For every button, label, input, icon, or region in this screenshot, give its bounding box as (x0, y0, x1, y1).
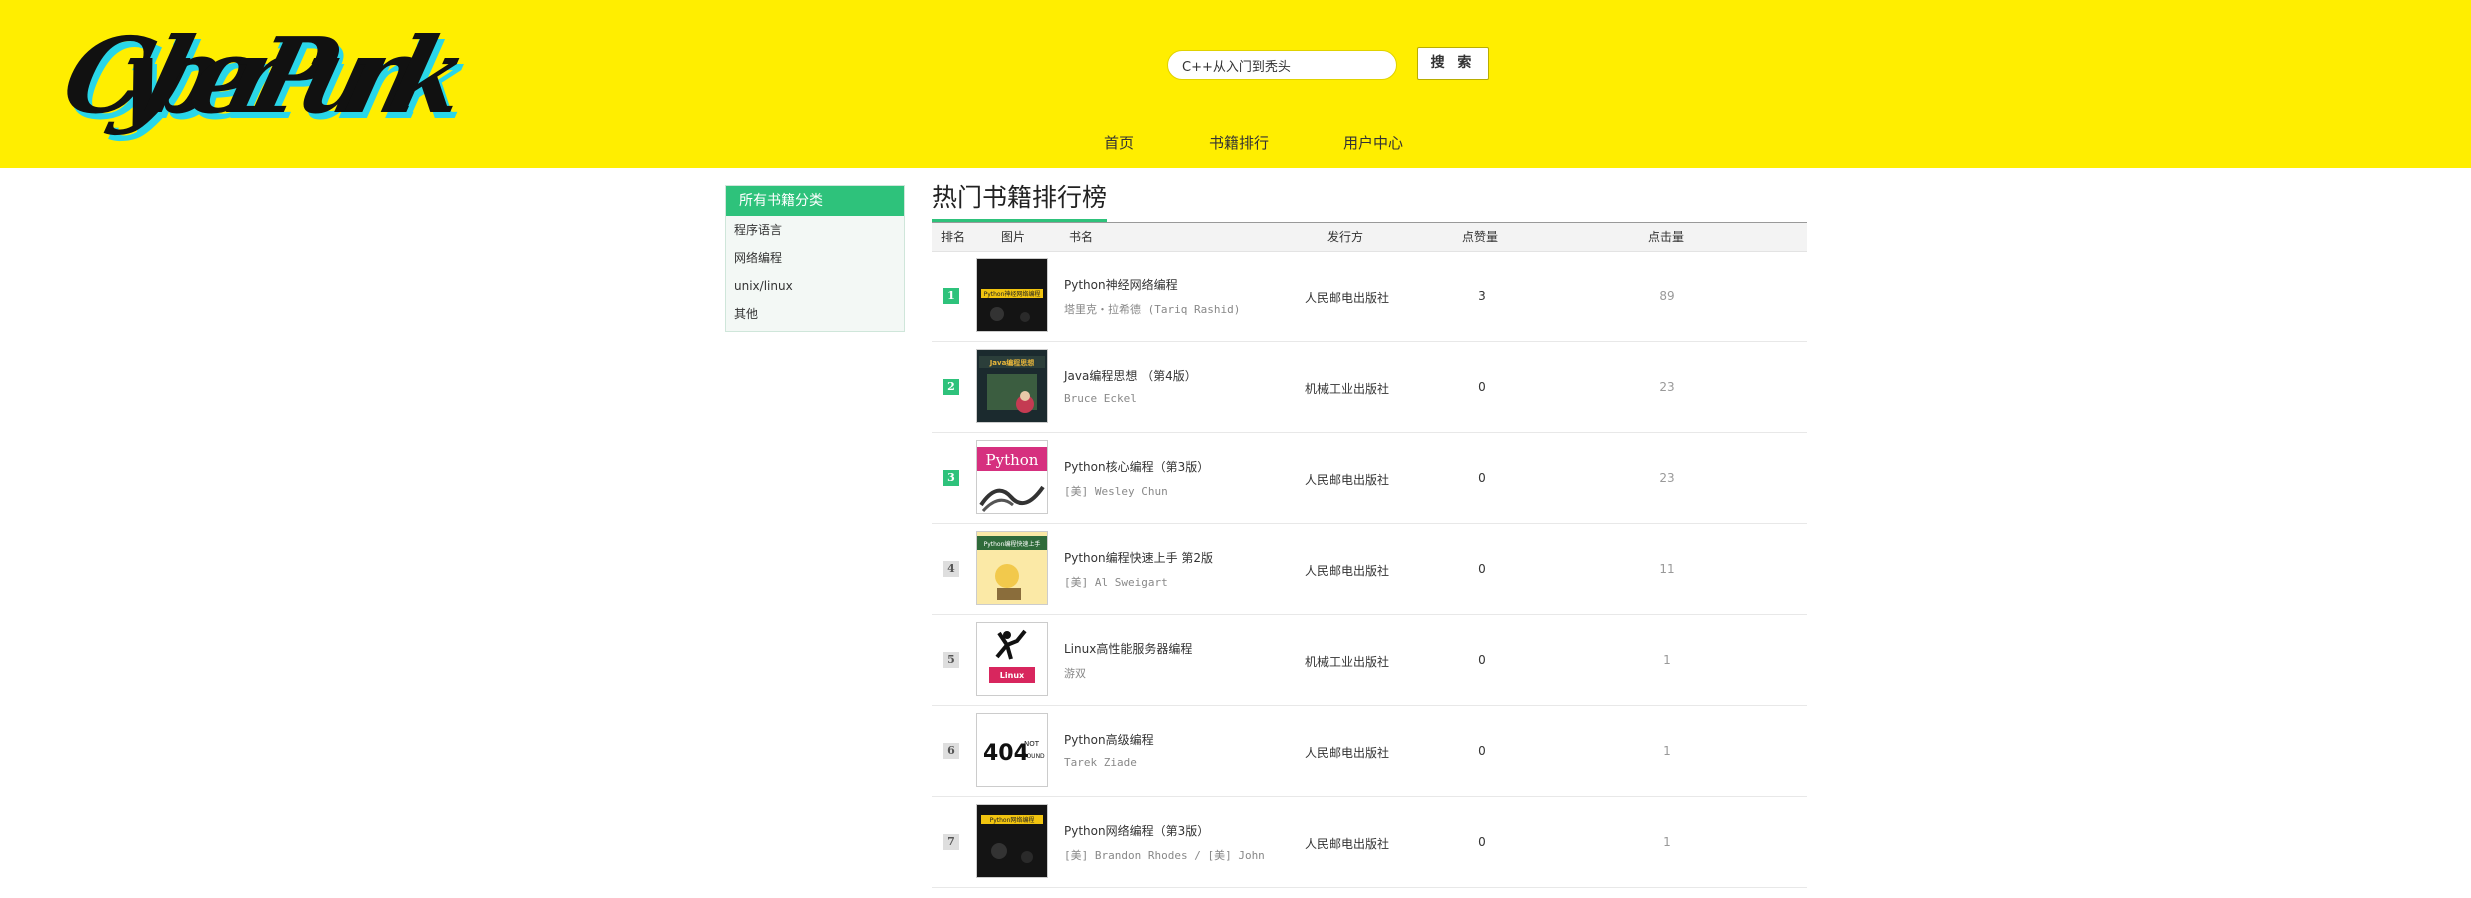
nav-home[interactable]: 首页 (1104, 132, 1134, 153)
book-author: [美] Al Sweigart (1064, 576, 1168, 589)
book-publisher: 人民邮电出版社 (1305, 473, 1390, 487)
sidebar-title: 所有书籍分类 (726, 186, 904, 216)
book-cover[interactable]: Linux (976, 622, 1048, 696)
book-cover[interactable]: Python神经网络编程 (976, 258, 1048, 332)
search-input[interactable] (1167, 50, 1397, 80)
column-publisher: 发行方 (1327, 230, 1364, 244)
svg-text:Python: Python (986, 451, 1039, 469)
table-row: 3 Python Python核心编程（第3版） [美] Wesley Chun… (932, 433, 1807, 524)
book-author: Bruce Eckel (1064, 392, 1137, 405)
svg-text:Python神经网络编程: Python神经网络编程 (984, 290, 1041, 298)
book-cover[interactable]: Python网络编程 (976, 804, 1048, 878)
python-core-cover-image: Python (977, 441, 1047, 513)
book-cover[interactable]: Python编程快速上手 (976, 531, 1048, 605)
table-row: 6 404 NOT FOUND Python高级编程 Tarek Ziade 人… (932, 706, 1807, 797)
book-cover[interactable]: 404 NOT FOUND (976, 713, 1048, 787)
book-likes: 0 (1478, 653, 1486, 667)
rank-badge: 7 (943, 834, 959, 850)
nav-book-ranking[interactable]: 书籍排行 (1209, 132, 1269, 153)
table-row: 2 Java编程思想 Java编程思想 （第4版） Bruce Eckel 机械… (932, 342, 1807, 433)
book-author: 游双 (1064, 667, 1086, 680)
book-likes: 0 (1478, 380, 1486, 394)
book-clicks: 89 (1659, 289, 1675, 303)
book-cover[interactable]: Java编程思想 (976, 349, 1048, 423)
book-title-link[interactable]: Python网络编程（第3版） (1064, 822, 1209, 839)
book-title-link[interactable]: Java编程思想 （第4版） (1064, 367, 1197, 384)
book-likes: 0 (1478, 562, 1486, 576)
category-sidebar: 所有书籍分类 程序语言 网络编程 unix/linux 其他 (725, 185, 905, 332)
book-clicks: 23 (1659, 471, 1675, 485)
python-network-cover-image: Python网络编程 (977, 805, 1047, 877)
book-author: Tarek Ziade (1064, 756, 1137, 769)
sidebar-item-network-programming[interactable]: 网络编程 (726, 244, 904, 272)
book-title-link[interactable]: Python核心编程（第3版） (1064, 458, 1209, 475)
cyberpunk-logo[interactable]: CyberPunk CyberPunk (60, 0, 480, 142)
column-likes: 点赞量 (1462, 230, 1499, 244)
svg-text:Python编程快速上手: Python编程快速上手 (984, 540, 1041, 548)
book-author: [美] Brandon Rhodes / [美] John (1064, 849, 1265, 862)
python-nn-cover-image: Python神经网络编程 (977, 259, 1047, 331)
column-image: 图片 (1001, 230, 1026, 244)
book-title-link[interactable]: Python神经网络编程 (1064, 276, 1178, 293)
book-clicks: 23 (1659, 380, 1675, 394)
svg-text:CyberPunk: CyberPunk (60, 15, 476, 137)
book-likes: 0 (1478, 835, 1486, 849)
svg-text:Python网络编程: Python网络编程 (990, 816, 1035, 824)
rank-badge: 4 (943, 561, 959, 577)
page-title: 热门书籍排行榜 (932, 181, 1108, 222)
book-title-link[interactable]: Linux高性能服务器编程 (1064, 640, 1192, 657)
book-likes: 0 (1478, 471, 1486, 485)
linux-server-cover-image: Linux (977, 623, 1047, 695)
column-rank: 排名 (941, 230, 966, 244)
rank-badge: 5 (943, 652, 959, 668)
table-row: 1 Python神经网络编程 Python神经网络编程 塔里克・拉希德 (Tar… (932, 251, 1807, 342)
book-publisher: 人民邮电出版社 (1305, 746, 1390, 760)
table-row: 4 Python编程快速上手 Python编程快速上手 第2版 [美] Al S… (932, 524, 1807, 615)
book-clicks: 1 (1663, 744, 1671, 758)
table-row: 5 Linux Linux高性能服务器编程 游双 机械工业出版社 0 1 (932, 615, 1807, 706)
book-publisher: 人民邮电出版社 (1305, 837, 1390, 851)
book-author: [美] Wesley Chun (1064, 485, 1168, 498)
column-title: 书名 (1069, 230, 1094, 244)
sidebar-item-programming-languages[interactable]: 程序语言 (726, 216, 904, 244)
column-clicks: 点击量 (1648, 230, 1685, 244)
book-author: 塔里克・拉希德 (Tariq Rashid) (1064, 303, 1241, 316)
svg-text:Java编程思想: Java编程思想 (989, 358, 1035, 367)
sidebar-item-unix-linux[interactable]: unix/linux (726, 272, 904, 300)
404-not-found-cover-image: 404 NOT FOUND (977, 714, 1047, 786)
book-cover[interactable]: Python (976, 440, 1048, 514)
python-quick-cover-image: Python编程快速上手 (977, 532, 1047, 604)
sidebar-item-other[interactable]: 其他 (726, 300, 904, 328)
svg-text:FOUND: FOUND (1023, 753, 1045, 760)
java-thinking-cover-image: Java编程思想 (977, 350, 1047, 422)
book-publisher: 机械工业出版社 (1305, 382, 1390, 396)
rank-badge: 1 (943, 288, 959, 304)
rank-badge: 6 (943, 743, 959, 759)
table-row: 7 Python网络编程 Python网络编程（第3版） [美] Brandon… (932, 797, 1807, 888)
book-clicks: 11 (1659, 562, 1675, 576)
book-clicks: 1 (1663, 653, 1671, 667)
rank-badge: 3 (943, 470, 959, 486)
book-title-link[interactable]: Python高级编程 (1064, 731, 1154, 748)
book-clicks: 1 (1663, 835, 1671, 849)
book-title-link[interactable]: Python编程快速上手 第2版 (1064, 549, 1213, 566)
table-header: 排名 图片 书名 发行方 点赞量 点击量 (932, 223, 1807, 252)
book-publisher: 机械工业出版社 (1305, 655, 1390, 669)
book-publisher: 人民邮电出版社 (1305, 291, 1390, 305)
search-button[interactable]: 搜 索 (1417, 47, 1489, 80)
svg-text:Linux: Linux (1000, 671, 1025, 680)
nav-user-center[interactable]: 用户中心 (1343, 132, 1403, 153)
svg-text:NOT: NOT (1024, 740, 1040, 748)
rank-badge: 2 (943, 379, 959, 395)
site-header: CyberPunk CyberPunk 搜 索 首页 书籍排行 用户中心 (0, 0, 2471, 168)
book-publisher: 人民邮电出版社 (1305, 564, 1390, 578)
book-likes: 3 (1478, 289, 1486, 303)
book-likes: 0 (1478, 744, 1486, 758)
